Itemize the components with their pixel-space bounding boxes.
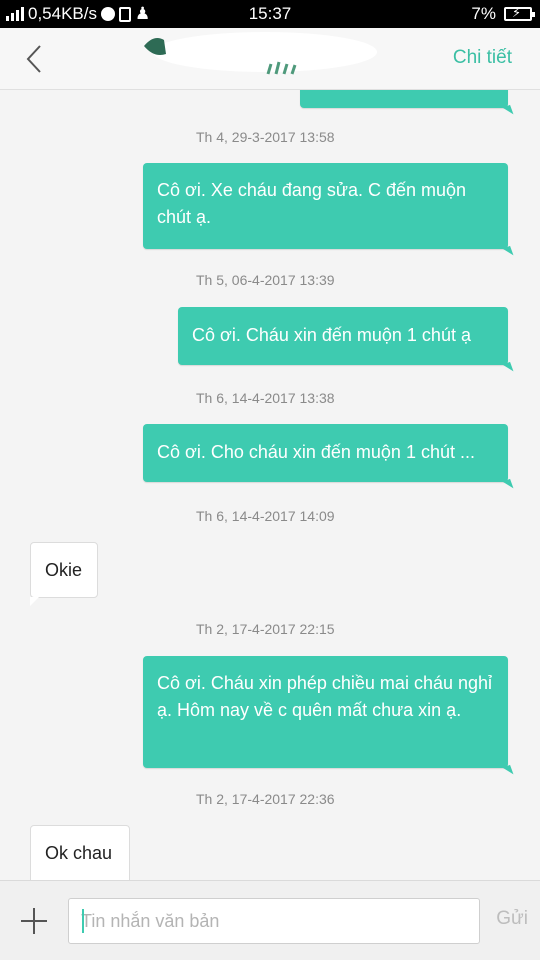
message-bubble-outgoing[interactable]: Cô ơi. Cho cháu xin đến muộn 1 chút ... xyxy=(143,424,508,482)
send-button[interactable]: Gửi xyxy=(496,908,528,930)
status-bar: 0,54KB/s ♟ 15:37 7% xyxy=(0,0,540,28)
message-timestamp: Th 4, 29-3-2017 13:58 xyxy=(196,129,335,145)
battery-percent: 7% xyxy=(471,4,496,23)
text-cursor xyxy=(82,909,84,933)
message-bubble-outgoing[interactable]: Cô ơi. Cháu xin đến muộn 1 chút ạ xyxy=(178,307,508,365)
message-bubble-incoming[interactable]: Ok chau xyxy=(30,825,130,880)
message-bubble-outgoing-partial[interactable] xyxy=(300,90,508,108)
message-timestamp: Th 5, 06-4-2017 13:39 xyxy=(196,272,335,288)
message-input[interactable] xyxy=(68,898,480,944)
message-timestamp: Th 6, 14-4-2017 14:09 xyxy=(196,508,335,524)
message-thread[interactable]: Th 4, 29-3-2017 13:58 Cô ơi. Xe cháu đan… xyxy=(0,90,540,880)
chat-header: Chi tiết xyxy=(0,28,540,90)
back-icon[interactable] xyxy=(20,42,50,76)
composer-bar: Gửi xyxy=(0,880,540,960)
contact-avatar-redacted[interactable] xyxy=(140,32,380,80)
message-bubble-outgoing[interactable]: Cô ơi. Xe cháu đang sửa. C đến muộn chút… xyxy=(143,163,508,249)
battery-icon xyxy=(504,5,535,21)
message-timestamp: Th 2, 17-4-2017 22:36 xyxy=(196,791,335,807)
status-time: 15:37 xyxy=(248,4,292,23)
message-bubble-incoming[interactable]: Okie xyxy=(30,542,98,606)
message-bubble-outgoing[interactable]: Cô ơi. Cháu xin phép chiều mai cháu nghỉ… xyxy=(143,656,508,768)
add-attachment-icon[interactable] xyxy=(18,905,50,937)
message-timestamp: Th 2, 17-4-2017 22:15 xyxy=(196,621,335,637)
details-button[interactable]: Chi tiết xyxy=(453,47,512,69)
status-right: 7% xyxy=(471,4,535,24)
message-timestamp: Th 6, 14-4-2017 13:38 xyxy=(196,390,335,406)
